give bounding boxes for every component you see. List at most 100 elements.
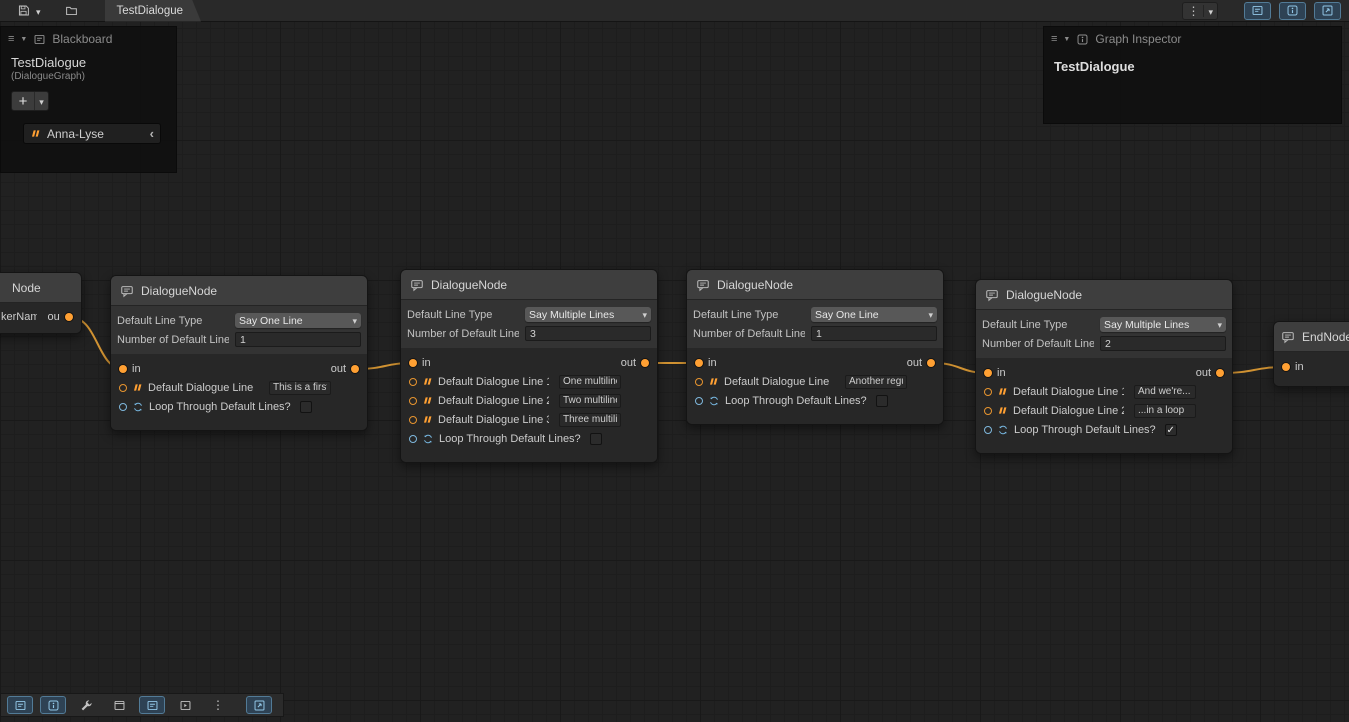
dialogue-line-port[interactable]: [695, 378, 703, 386]
dialogue-line-port[interactable]: [409, 397, 417, 405]
node-ports: in out Default Dialogue Line 1 Default D…: [976, 358, 1232, 453]
num-lines-input[interactable]: [811, 326, 937, 341]
line-type-dropdown[interactable]: Say One Line: [811, 307, 937, 322]
loop-port[interactable]: [119, 403, 127, 411]
chevron-left-icon[interactable]: ‹: [150, 126, 154, 141]
dialogue-line-input[interactable]: [559, 413, 621, 427]
node-title-bar[interactable]: DialogueNode: [111, 276, 367, 306]
loop-label: Loop Through Default Lines?: [439, 433, 581, 445]
dialogue-line-port[interactable]: [984, 388, 992, 396]
inspector-toggle-button[interactable]: [40, 696, 66, 714]
dialogue-line-input[interactable]: [1134, 404, 1196, 418]
dialogue-node-1[interactable]: DialogueNode Default Line Type Say One L…: [110, 275, 368, 431]
dialogue-node-icon: [985, 288, 999, 302]
dialogue-node-4[interactable]: DialogueNode Default Line Type Say Multi…: [975, 279, 1233, 454]
add-property-dropdown[interactable]: [35, 92, 48, 110]
in-port[interactable]: [119, 365, 127, 373]
window-icon: [113, 699, 126, 712]
num-lines-input[interactable]: [235, 332, 361, 347]
settings-button[interactable]: [73, 696, 99, 714]
line-type-value: Say Multiple Lines: [1104, 319, 1217, 331]
line-type-dropdown[interactable]: Say Multiple Lines: [1100, 317, 1226, 332]
panel-button[interactable]: [172, 696, 198, 714]
node-title-bar[interactable]: DialogueNode: [401, 270, 657, 300]
save-icon: [17, 4, 30, 17]
end-node[interactable]: EndNode in: [1273, 321, 1349, 387]
line-type-dropdown[interactable]: Say One Line: [235, 313, 361, 328]
loop-port[interactable]: [984, 426, 992, 434]
overflow-menu-button[interactable]: [1182, 2, 1218, 20]
loop-checkbox[interactable]: [590, 433, 602, 445]
node-title-bar[interactable]: EndNode: [1274, 322, 1349, 352]
line-type-label: Default Line Type: [117, 315, 229, 327]
dialogue-line-port[interactable]: [119, 384, 127, 392]
node-title-label: DialogueNode: [717, 278, 793, 292]
num-lines-input[interactable]: [525, 326, 651, 341]
out-port[interactable]: [1216, 369, 1224, 377]
dialogue-line-input[interactable]: [269, 381, 331, 395]
collapse-arrow-icon[interactable]: ▼: [1063, 36, 1070, 43]
loop-icon: [708, 395, 720, 407]
inspector-title: Graph Inspector: [1095, 32, 1181, 46]
window-button[interactable]: [106, 696, 132, 714]
speaker-node-partial[interactable]: Node kerName out: [0, 272, 82, 334]
dialogue-line-input[interactable]: [1134, 385, 1196, 399]
in-port[interactable]: [1282, 363, 1290, 371]
node-title-bar[interactable]: DialogueNode: [976, 280, 1232, 310]
inspector-header[interactable]: ≡ ▼ Graph Inspector: [1044, 27, 1341, 51]
dialogue-line-input[interactable]: [559, 375, 621, 389]
loop-port[interactable]: [695, 397, 703, 405]
save-dropdown-button[interactable]: [33, 2, 44, 20]
open-asset-button[interactable]: [62, 2, 81, 20]
inspector-toggle-button[interactable]: [1279, 2, 1306, 20]
out-port[interactable]: [641, 359, 649, 367]
in-port[interactable]: [695, 359, 703, 367]
loop-checkbox[interactable]: ✓: [1165, 424, 1177, 436]
hamburger-icon[interactable]: ≡: [8, 34, 14, 45]
in-port[interactable]: [409, 359, 417, 367]
maximize-button[interactable]: [1314, 2, 1341, 20]
out-port[interactable]: [351, 365, 359, 373]
overflow-menu-button[interactable]: [205, 696, 231, 714]
node-properties: Default Line Type Say One Line Number of…: [111, 306, 367, 354]
dialogue-line-label: Default Dialogue Line 1: [438, 376, 549, 388]
collapse-arrow-icon[interactable]: ▼: [20, 36, 27, 43]
node-title-bar[interactable]: DialogueNode: [687, 270, 943, 300]
dialogue-line-label: Default Dialogue Line: [148, 382, 253, 394]
add-property-split-button: +: [11, 91, 49, 111]
add-property-button[interactable]: +: [12, 92, 34, 110]
node-title-label: EndNode: [1302, 330, 1349, 344]
board-button[interactable]: [139, 696, 165, 714]
quote-icon: [422, 395, 433, 406]
maximize-button[interactable]: [246, 696, 272, 714]
divider: [1203, 5, 1204, 17]
out-port-label: out: [47, 311, 60, 323]
blackboard-field-anna-lyse[interactable]: Anna-Lyse ‹: [23, 123, 161, 144]
dialogue-line-port[interactable]: [409, 416, 417, 424]
loop-checkbox[interactable]: [876, 395, 888, 407]
kebab-menu-icon: [212, 696, 224, 714]
blackboard-header[interactable]: ≡ ▼ Blackboard: [1, 27, 176, 51]
graph-tab[interactable]: TestDialogue: [105, 0, 201, 22]
dialogue-line-input[interactable]: [845, 375, 907, 389]
out-port[interactable]: [927, 359, 935, 367]
in-port[interactable]: [984, 369, 992, 377]
hamburger-icon[interactable]: ≡: [1051, 34, 1057, 45]
node-title-bar[interactable]: Node: [0, 273, 81, 303]
node-properties: Default Line Type Say Multiple Lines Num…: [401, 300, 657, 348]
line-type-value: Say One Line: [239, 315, 352, 327]
num-lines-input[interactable]: [1100, 336, 1226, 351]
out-port[interactable]: [65, 313, 73, 321]
line-type-dropdown[interactable]: Say Multiple Lines: [525, 307, 651, 322]
dialogue-line-input[interactable]: [559, 394, 621, 408]
dialogue-line-port[interactable]: [409, 378, 417, 386]
bottom-toolbar: [0, 693, 284, 717]
loop-checkbox[interactable]: [300, 401, 312, 413]
dialogue-node-3[interactable]: DialogueNode Default Line Type Say One L…: [686, 269, 944, 425]
save-button[interactable]: [14, 2, 33, 20]
blackboard-toggle-button[interactable]: [7, 696, 33, 714]
dialogue-node-2[interactable]: DialogueNode Default Line Type Say Multi…: [400, 269, 658, 463]
dialogue-line-port[interactable]: [984, 407, 992, 415]
blackboard-toggle-button[interactable]: [1244, 2, 1271, 20]
loop-port[interactable]: [409, 435, 417, 443]
